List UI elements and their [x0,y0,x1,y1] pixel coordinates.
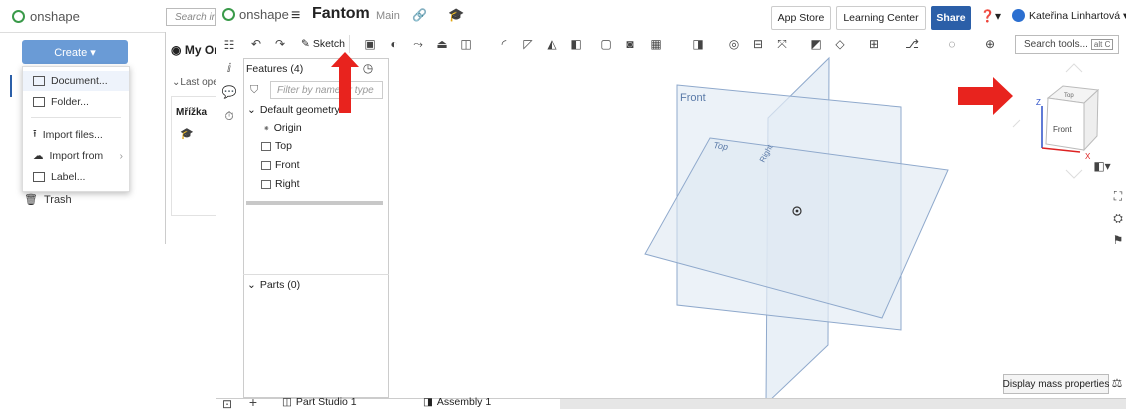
front-plane-label: Front [680,92,706,104]
assembly-icon: ◨ [423,396,433,408]
view-cube-top-label: Top [1064,93,1074,99]
add-tab-icon[interactable]: + [245,394,261,410]
tab-bar-filler [560,399,1126,409]
measure-icon[interactable]: ⚑ [1110,232,1126,248]
tab-label: Assembly 1 [436,396,492,408]
top-plane-label: Top [713,140,729,152]
viewport-graphics: Front Top Right Front Top Z X [331,52,1100,406]
appearance-icon[interactable]: ⛶ [1110,188,1126,204]
tab-manager-icon[interactable]: ⊡ [219,396,235,412]
part-studio-icon: ◫ [282,396,292,408]
view-cube[interactable]: Front Top Z X [1012,63,1100,179]
annotation-arrow-right [958,77,1013,115]
x-axis-label: X [1085,152,1091,161]
tab-label: Part Studio 1 [295,396,357,408]
tab-part-studio[interactable]: ◫ Part Studio 1 [282,396,357,408]
display-mass-properties-button[interactable]: Display mass properties [1003,374,1109,394]
view-options-icon[interactable]: ◧▾ [1093,158,1110,174]
view-cube-front-label: Front [1053,125,1072,134]
configuration-icon[interactable]: ⛭ [1110,210,1126,226]
tab-assembly[interactable]: ◨ Assembly 1 [423,396,491,408]
origin-dot [795,209,799,213]
mass-properties-icon[interactable]: ⚖ [1109,375,1125,391]
annotation-arrow-up [331,52,359,113]
z-axis-label: Z [1036,98,1041,107]
